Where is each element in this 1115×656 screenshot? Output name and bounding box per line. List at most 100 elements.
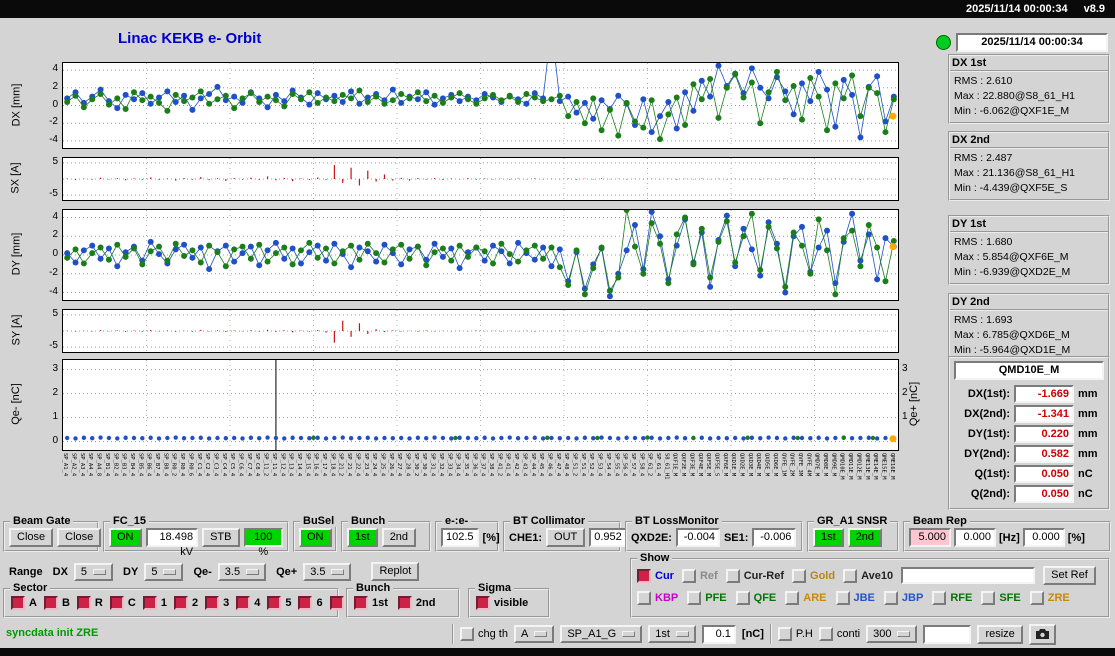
sector-3-checkbox[interactable]: 3 bbox=[205, 596, 229, 610]
bpm-label: QMD11E_M bbox=[847, 453, 853, 480]
stat-line: RMS : 2.610 bbox=[954, 74, 1104, 89]
sector-2-checkbox[interactable]: 2 bbox=[174, 596, 198, 610]
checkbox-label: 6 bbox=[316, 597, 322, 609]
y-tick-label: 2 bbox=[38, 81, 58, 92]
show-cur-checkbox[interactable]: Cur bbox=[637, 569, 674, 583]
option-menu-bar bbox=[163, 569, 176, 575]
beam-gate-close-button-1[interactable]: Close bbox=[9, 528, 53, 547]
stat-box-title: DX 1st bbox=[950, 57, 1108, 72]
extra-input[interactable] bbox=[923, 625, 971, 644]
sector-b-checkbox[interactable]: B bbox=[44, 596, 70, 610]
ref-name-input[interactable] bbox=[901, 567, 1035, 584]
bunch-1st-button[interactable]: 1st bbox=[347, 528, 378, 547]
bpm-label: SP_C8_4 bbox=[254, 453, 260, 476]
monitor-row: DY(1st):0.220mm bbox=[954, 424, 1104, 444]
bpm-label: SP_55_4 bbox=[613, 453, 619, 476]
ee-ratio-value: 102.5 bbox=[441, 528, 479, 547]
sy-steering-plot[interactable] bbox=[62, 309, 899, 353]
show-kbp-checkbox[interactable]: KBP bbox=[637, 591, 678, 605]
replot-button[interactable]: Replot bbox=[371, 562, 419, 581]
show-rfe-checkbox[interactable]: RFE bbox=[932, 591, 972, 605]
resize-button[interactable]: resize bbox=[977, 625, 1022, 644]
bpm-label: SP_41_2 bbox=[496, 453, 502, 476]
sector-4-checkbox[interactable]: 4 bbox=[236, 596, 260, 610]
stat-box-title: DY 1st bbox=[950, 218, 1108, 233]
show-zre-checkbox[interactable]: ZRE bbox=[1030, 591, 1070, 605]
bunch-number-select[interactable]: 1st bbox=[648, 625, 696, 643]
bpm-label: SP_38_4 bbox=[488, 453, 494, 476]
bpm-label: SP_54_4 bbox=[605, 453, 611, 476]
show-cur-ref-checkbox[interactable]: Cur-Ref bbox=[726, 569, 784, 583]
titlebar-version: v8.9 bbox=[1084, 3, 1105, 15]
bpm-select[interactable]: SP_A1_G bbox=[560, 625, 642, 643]
checkbox-box bbox=[792, 569, 806, 583]
bpm-label: SP_30_4 bbox=[421, 453, 427, 476]
y-tick-label: -2 bbox=[38, 116, 58, 127]
sx-steering-plot[interactable] bbox=[62, 157, 899, 201]
show-row1-checks: Cur Ref Cur-Ref Gold Ave10 bbox=[637, 569, 893, 583]
bpm-label: QXF3E_M bbox=[688, 453, 694, 476]
window-bottom-edge bbox=[0, 648, 1115, 656]
sector-a-checkbox[interactable]: A bbox=[11, 596, 37, 610]
show-ave10-checkbox[interactable]: Ave10 bbox=[843, 569, 893, 583]
threshold-input[interactable]: 0.1 bbox=[702, 625, 736, 644]
monitor-row-value: -1.341 bbox=[1014, 405, 1074, 423]
monitor-row-label: DY(1st): bbox=[954, 428, 1010, 440]
set-ref-button[interactable]: Set Ref bbox=[1043, 566, 1096, 585]
bunch-2nd-checkbox[interactable]: 2nd bbox=[398, 596, 436, 610]
bunch-1st-checkbox[interactable]: 1st bbox=[354, 596, 388, 610]
bunch-2nd-button[interactable]: 2nd bbox=[382, 528, 416, 547]
beam-gate-close-button-2[interactable]: Close bbox=[57, 528, 101, 547]
show-qfe-checkbox[interactable]: QFE bbox=[736, 591, 777, 605]
sigma-visible-checkbox[interactable]: visible bbox=[476, 596, 528, 610]
bpm-label: SP_A3_4 bbox=[79, 453, 85, 476]
beam-rep-value: 5.000 bbox=[909, 528, 951, 547]
separator bbox=[770, 624, 772, 644]
sector-c-checkbox[interactable]: C bbox=[110, 596, 136, 610]
show-pfe-checkbox[interactable]: PFE bbox=[687, 591, 726, 605]
gr-a1-2nd-button[interactable]: 2nd bbox=[848, 528, 882, 547]
show-are-checkbox[interactable]: ARE bbox=[785, 591, 826, 605]
dx-range-select[interactable]: 5 bbox=[74, 563, 113, 581]
busel-on-button[interactable]: ON bbox=[299, 528, 332, 547]
option-menu-bar bbox=[622, 631, 635, 637]
monitor-row-unit: mm bbox=[1078, 388, 1098, 400]
chg-th-checkbox[interactable]: chg th bbox=[460, 627, 508, 641]
show-jbe-checkbox[interactable]: JBE bbox=[836, 591, 875, 605]
monitor-title: QMD10E_M bbox=[954, 361, 1104, 380]
dy-range-select[interactable]: 5 bbox=[144, 563, 183, 581]
bpm-label: SP_52_4 bbox=[588, 453, 594, 476]
bpm-label: SP_R0_4 bbox=[179, 453, 185, 476]
show-gold-checkbox[interactable]: Gold bbox=[792, 569, 835, 583]
show-group-label: Show bbox=[637, 552, 672, 564]
dy-orbit-plot[interactable] bbox=[62, 209, 899, 301]
interval-select[interactable]: 300 bbox=[866, 625, 917, 643]
monitor-row: DX(1st):-1.669mm bbox=[954, 384, 1104, 404]
bpm-label: SP_A4_8 bbox=[96, 453, 102, 476]
sector-1-checkbox[interactable]: 1 bbox=[143, 596, 167, 610]
fc15-stb-button[interactable]: STB bbox=[202, 528, 239, 547]
gr-a1-1st-button[interactable]: 1st bbox=[813, 528, 844, 547]
dx-axis-label: DX [mm] bbox=[8, 62, 24, 147]
monitor-row-value: 0.050 bbox=[1014, 465, 1074, 483]
charge-plot[interactable] bbox=[62, 359, 899, 451]
camera-button[interactable] bbox=[1029, 624, 1056, 645]
sector-6-checkbox[interactable]: 6 bbox=[298, 596, 322, 610]
sector-r-checkbox[interactable]: R bbox=[77, 596, 103, 610]
qe-minus-range-select[interactable]: 3.5 bbox=[218, 563, 266, 581]
show-jbp-checkbox[interactable]: JBP bbox=[884, 591, 923, 605]
fc15-on-button[interactable]: ON bbox=[109, 528, 142, 547]
sector-mode-select[interactable]: A bbox=[514, 625, 554, 643]
show-sfe-checkbox[interactable]: SFE bbox=[981, 591, 1020, 605]
checkbox-box bbox=[637, 569, 651, 583]
conti-checkbox[interactable]: conti bbox=[819, 627, 860, 641]
ph-checkbox[interactable]: P.H bbox=[778, 627, 813, 641]
bpm-label: SP_51_4 bbox=[580, 453, 586, 476]
sector-5-checkbox[interactable]: 5 bbox=[267, 596, 291, 610]
checkbox-box bbox=[819, 627, 833, 641]
che1-out-button[interactable]: OUT bbox=[546, 528, 585, 547]
qe-plus-range-select[interactable]: 3.5 bbox=[303, 563, 351, 581]
show-ref-checkbox[interactable]: Ref bbox=[682, 569, 718, 583]
dx-orbit-plot[interactable] bbox=[62, 62, 899, 149]
bpm-label: SP_B2_4 bbox=[112, 453, 118, 476]
